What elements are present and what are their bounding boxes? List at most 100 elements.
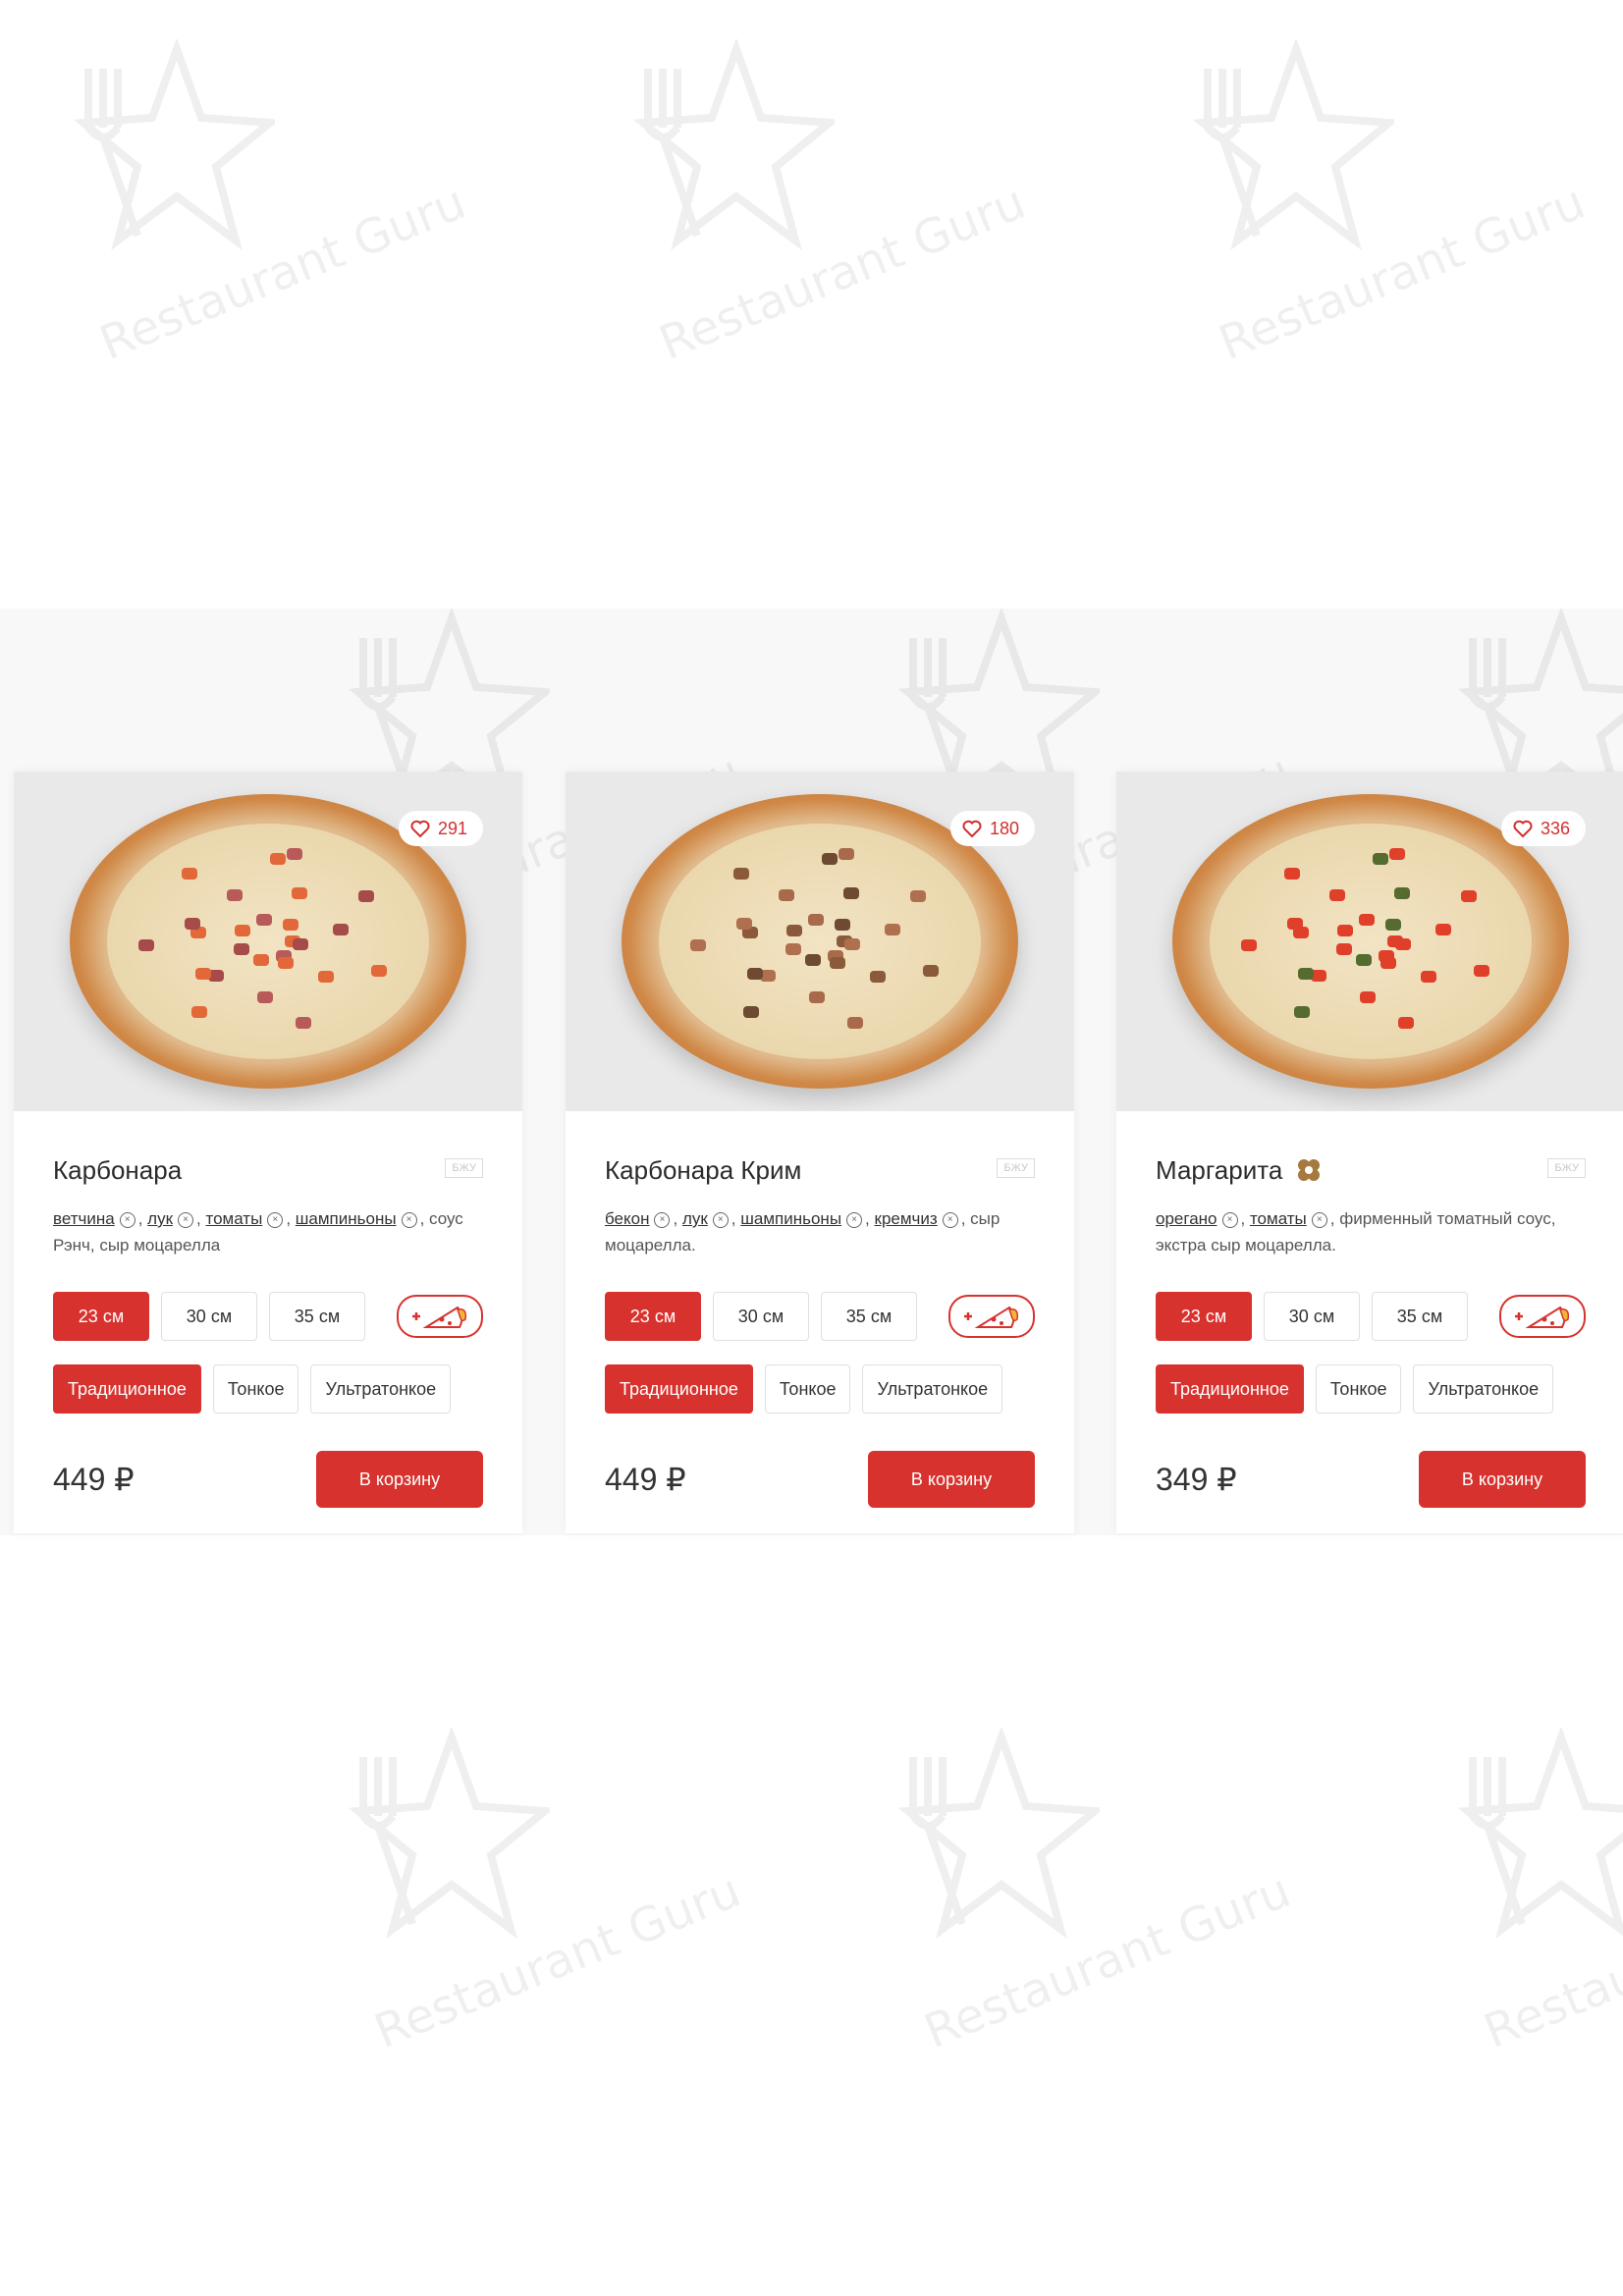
add-extra-button[interactable]: [948, 1295, 1035, 1338]
topping: [742, 1006, 759, 1019]
product-image[interactable]: 180: [566, 772, 1074, 1111]
remove-ingredient-icon[interactable]: ×: [654, 1211, 671, 1228]
ingredient-link[interactable]: томаты: [1250, 1209, 1307, 1228]
topping: [829, 956, 845, 969]
topping: [1421, 970, 1437, 983]
ingredient-separator: ,: [1240, 1209, 1250, 1228]
ingredient-separator: ,: [960, 1209, 971, 1228]
crust-option[interactable]: Тонкое: [764, 1364, 851, 1414]
star-fork-icon: [1457, 1728, 1623, 1940]
remove-ingredient-icon[interactable]: ×: [1311, 1211, 1327, 1228]
size-option[interactable]: 35 см: [1372, 1292, 1468, 1341]
topping: [822, 852, 839, 865]
pizza-slice-plus-icon: [964, 1306, 1019, 1328]
crust-option[interactable]: Тонкое: [1315, 1364, 1402, 1414]
size-option[interactable]: 30 см: [1264, 1292, 1360, 1341]
remove-ingredient-icon[interactable]: ×: [119, 1211, 135, 1228]
size-option[interactable]: 23 см: [605, 1292, 701, 1341]
size-option[interactable]: 30 см: [161, 1292, 257, 1341]
topping: [870, 970, 887, 983]
nutrition-button[interactable]: БЖУ: [1547, 1158, 1586, 1178]
add-to-cart-button[interactable]: В корзину: [1419, 1451, 1586, 1508]
price-row: 449 ₽ В корзину: [605, 1451, 1035, 1508]
crust-option[interactable]: Ультратонкое: [1413, 1364, 1554, 1414]
topping: [747, 968, 764, 981]
nutrition-button[interactable]: БЖУ: [445, 1158, 483, 1178]
ingredients-list: бекон ×, лук ×, шампиньоны ×, кремчиз ×, сыр…: [605, 1205, 1035, 1260]
remove-ingredient-icon[interactable]: ×: [1221, 1211, 1238, 1228]
topping: [910, 890, 927, 903]
topping: [277, 956, 294, 969]
size-option[interactable]: 35 см: [269, 1292, 365, 1341]
ingredient-link[interactable]: томаты: [205, 1209, 262, 1228]
add-extra-button[interactable]: [1499, 1295, 1586, 1338]
ingredient-link[interactable]: шампиньоны: [296, 1209, 397, 1228]
topping: [1358, 913, 1375, 926]
crust-option[interactable]: Ультратонкое: [310, 1364, 452, 1414]
nutrition-button[interactable]: БЖУ: [997, 1158, 1035, 1178]
star-fork-icon: [897, 1728, 1100, 1940]
ingredient-separator: ,: [865, 1209, 875, 1228]
like-button[interactable]: 291: [398, 811, 483, 846]
price: 349 ₽: [1156, 1461, 1237, 1498]
size-option[interactable]: 35 см: [821, 1292, 917, 1341]
ingredient-link[interactable]: лук: [147, 1209, 173, 1228]
remove-ingredient-icon[interactable]: ×: [712, 1211, 729, 1228]
ingredient-link[interactable]: ветчина: [53, 1209, 115, 1228]
currency-symbol: ₽: [666, 1462, 686, 1497]
topping: [256, 990, 273, 1003]
ingredient-link[interactable]: бекон: [605, 1209, 649, 1228]
product-title: Карбонара: [53, 1154, 183, 1185]
ingredient-link[interactable]: орегано: [1156, 1209, 1217, 1228]
size-option[interactable]: 30 см: [713, 1292, 809, 1341]
topping: [885, 924, 901, 936]
product-image[interactable]: 291: [14, 772, 522, 1111]
ingredients-list: ветчина ×, лук ×, томаты ×, шампиньоны ×, со…: [53, 1205, 483, 1260]
add-to-cart-button[interactable]: В корзину: [316, 1451, 483, 1508]
crust-option[interactable]: Традиционное: [1156, 1364, 1304, 1414]
currency-symbol: ₽: [114, 1462, 135, 1497]
crust-selector: Традиционное Тонкое Ультратонкое: [605, 1364, 1035, 1414]
like-button[interactable]: 336: [1500, 811, 1586, 846]
topping: [358, 890, 375, 903]
size-option[interactable]: 23 см: [53, 1292, 149, 1341]
topping: [190, 1006, 207, 1019]
crust-option[interactable]: Ультратонкое: [862, 1364, 1003, 1414]
add-extra-button[interactable]: [397, 1295, 483, 1338]
ingredient-link[interactable]: лук: [682, 1209, 708, 1228]
currency-symbol: ₽: [1217, 1462, 1237, 1497]
ingredients-list: орегано ×, томаты ×, фирменный томатный со…: [1156, 1205, 1586, 1260]
topping: [844, 938, 861, 951]
topping: [1393, 887, 1410, 900]
heart-icon: [410, 820, 430, 837]
watermark-text: Restaurant Guru: [916, 1862, 1298, 2060]
remove-ingredient-icon[interactable]: ×: [846, 1211, 863, 1228]
remove-ingredient-icon[interactable]: ×: [267, 1211, 284, 1228]
price-row: 449 ₽ В корзину: [53, 1451, 483, 1508]
product-card: 180 Карбонара Крим БЖУ бекон ×, лук ×, шампин…: [566, 772, 1074, 1533]
size-option[interactable]: 23 см: [1156, 1292, 1252, 1341]
topping: [181, 868, 197, 881]
watermark: Restaurant Guru: [619, 39, 1033, 371]
topping: [270, 852, 287, 865]
crust-option[interactable]: Тонкое: [212, 1364, 299, 1414]
topping: [839, 848, 855, 861]
ingredient-link[interactable]: шампиньоны: [740, 1209, 841, 1228]
product-image[interactable]: 336: [1116, 772, 1623, 1111]
crust-option[interactable]: Традиционное: [53, 1364, 201, 1414]
watermark-text: Restaurant Guru: [651, 174, 1033, 372]
crust-option[interactable]: Традиционное: [605, 1364, 753, 1414]
remove-ingredient-icon[interactable]: ×: [401, 1211, 417, 1228]
like-button[interactable]: 180: [949, 811, 1035, 846]
like-count: 180: [989, 818, 1019, 838]
star-fork-icon: [632, 39, 835, 251]
topping: [785, 942, 802, 955]
watermark: Restaurant Guru: [1443, 1728, 1623, 2059]
star-fork-icon: [73, 39, 275, 251]
topping: [255, 913, 272, 926]
remove-ingredient-icon[interactable]: ×: [942, 1211, 958, 1228]
ingredient-link[interactable]: кремчиз: [875, 1209, 938, 1228]
topping: [1473, 964, 1489, 977]
add-to-cart-button[interactable]: В корзину: [868, 1451, 1035, 1508]
remove-ingredient-icon[interactable]: ×: [178, 1211, 194, 1228]
